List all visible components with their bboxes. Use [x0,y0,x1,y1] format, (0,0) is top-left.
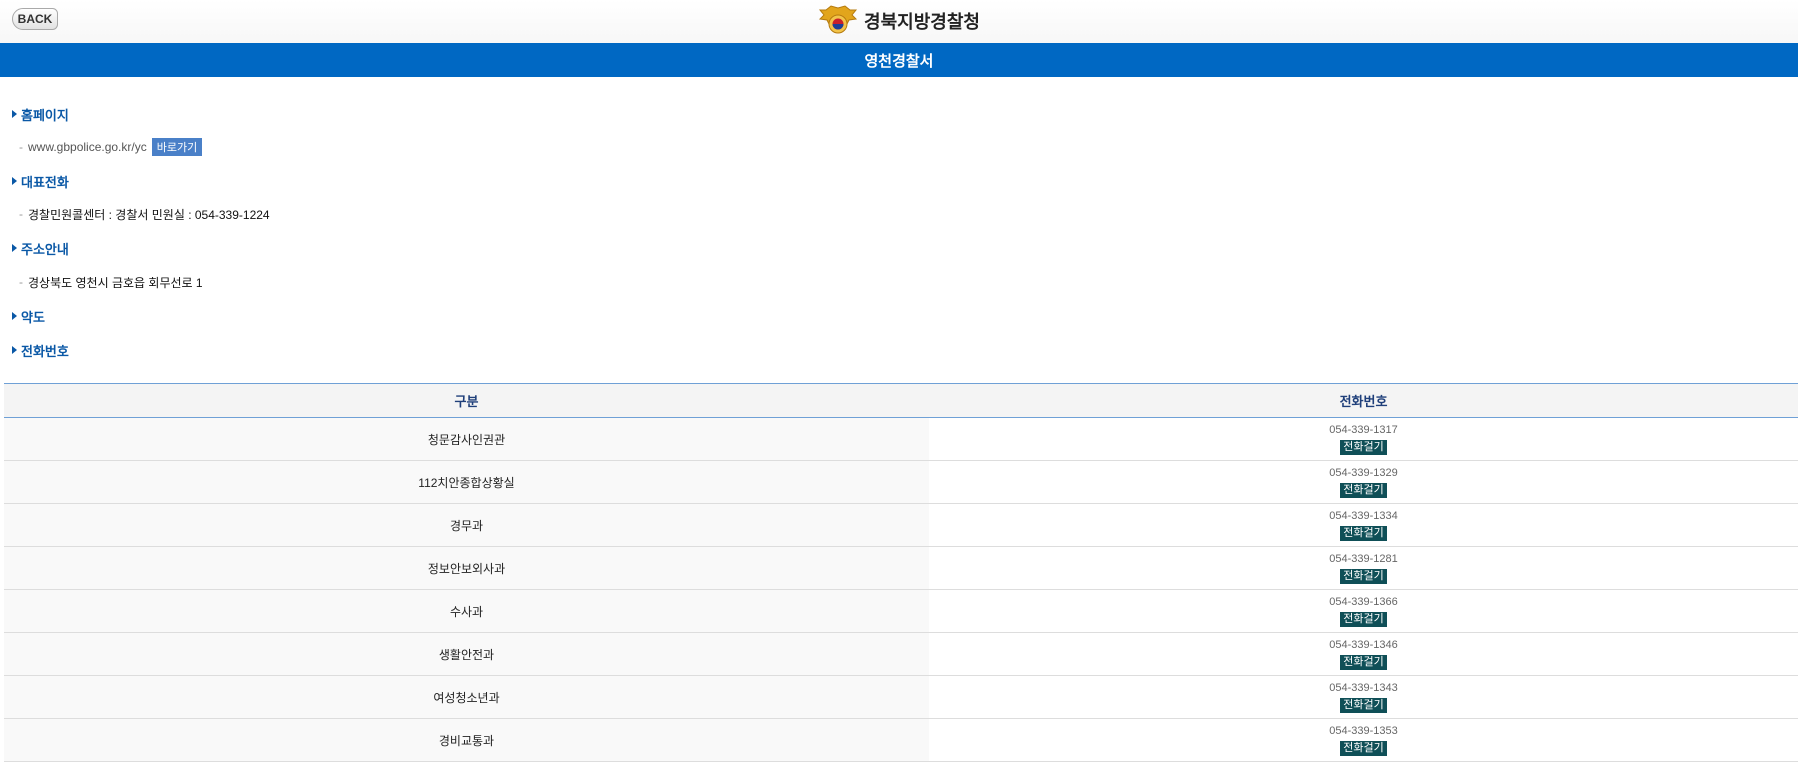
phone-number: 054-339-1334 [1329,509,1398,522]
dept-name: 생활안전과 [4,632,929,676]
call-button[interactable]: 전화걸기 [1340,482,1387,498]
go-homepage-button[interactable]: 바로가기 [151,138,203,156]
dept-name: 수사과 [4,589,929,633]
phone-cell: 054-339-1346 전화걸기 [929,632,1798,676]
phone-cell: 054-339-1329 전화걸기 [929,460,1798,504]
column-header-phone: 전화번호 [929,383,1798,418]
dept-name: 정보안보외사과 [4,546,929,590]
table-row: 청문감사인권관 054-339-1317 전화걸기 [4,417,1798,461]
call-button[interactable]: 전화걸기 [1340,654,1387,670]
section-phones-title: 전화번호 [12,342,1798,359]
address-text: 경상북도 영천시 금호읍 회무선로 1 [28,275,203,290]
main-phone-row: - 경찰민원콜센터 : 경찰서 민원실 : 054-339-1224 [12,206,1798,222]
dept-name: 청문감사인권관 [4,417,929,461]
bullet-triangle-icon [12,110,17,118]
section-address-label: 주소안내 [21,241,69,257]
call-button[interactable]: 전화걸기 [1340,568,1387,584]
table-row: 정보안보외사과 054-339-1281 전화걸기 [4,546,1798,590]
call-button[interactable]: 전화걸기 [1340,439,1387,455]
table-row: 생활안전과 054-339-1346 전화걸기 [4,632,1798,676]
dept-name: 112치안종합상황실 [4,460,929,504]
section-main-phone-title: 대표전화 [12,173,1798,190]
phone-cell: 054-339-1317 전화걸기 [929,417,1798,461]
dash-mark: - [19,140,23,154]
section-phones-label: 전화번호 [21,343,69,359]
phone-cell: 054-339-1343 전화걸기 [929,675,1798,719]
agency-name: 경북지방경찰청 [864,12,980,33]
dept-name: 경비교통과 [4,718,929,762]
dash-mark: - [19,207,23,221]
section-homepage-label: 홈페이지 [21,107,69,123]
station-title-bar: 영천경찰서 [0,43,1798,77]
dept-name: 여성청소년과 [4,675,929,719]
phone-cell: 054-339-1366 전화걸기 [929,589,1798,633]
section-main-phone-label: 대표전화 [21,174,69,190]
phone-cell: 054-339-1353 전화걸기 [929,718,1798,762]
call-button[interactable]: 전화걸기 [1340,525,1387,541]
homepage-row: - www.gbpolice.go.kr/yc 바로가기 [12,138,1798,156]
table-row: 경무과 054-339-1334 전화걸기 [4,503,1798,547]
phone-cell: 054-339-1334 전화걸기 [929,503,1798,547]
phone-directory-table: 구분 전화번호 청문감사인권관 054-339-1317 전화걸기 112치안종… [4,383,1798,762]
section-homepage-title: 홈페이지 [12,106,1798,123]
dept-name: 경무과 [4,503,929,547]
police-emblem-icon [818,5,858,34]
phone-number: 054-339-1329 [1329,466,1398,479]
section-map-title[interactable]: 약도 [12,308,1798,325]
agency-brand: 경북지방경찰청 [0,4,1798,38]
section-address-title: 주소안내 [12,240,1798,257]
phone-cell: 054-339-1281 전화걸기 [929,546,1798,590]
phone-number: 054-339-1343 [1329,681,1398,694]
homepage-url[interactable]: www.gbpolice.go.kr/yc [28,140,147,154]
table-header-row: 구분 전화번호 [4,383,1798,418]
phone-number: 054-339-1353 [1329,724,1398,737]
address-row: - 경상북도 영천시 금호읍 회무선로 1 [12,274,1798,290]
bullet-triangle-icon [12,177,17,185]
phone-number: 054-339-1346 [1329,638,1398,651]
bullet-triangle-icon [12,312,17,320]
phone-number: 054-339-1281 [1329,552,1398,565]
call-button[interactable]: 전화걸기 [1340,611,1387,627]
table-row: 경비교통과 054-339-1353 전화걸기 [4,718,1798,762]
column-header-dept: 구분 [4,383,929,418]
call-button[interactable]: 전화걸기 [1340,740,1387,756]
table-row: 수사과 054-339-1366 전화걸기 [4,589,1798,633]
station-info: 홈페이지 - www.gbpolice.go.kr/yc 바로가기 대표전화 -… [0,77,1798,359]
station-title: 영천경찰서 [864,51,934,70]
bullet-triangle-icon [12,346,17,354]
bullet-triangle-icon [12,244,17,252]
top-bar: BACK 경북지방경찰청 [0,0,1798,43]
main-phone-text: 경찰민원콜센터 : 경찰서 민원실 : 054-339-1224 [28,207,270,222]
dash-mark: - [19,275,23,289]
phone-number: 054-339-1317 [1329,423,1398,436]
phone-number: 054-339-1366 [1329,595,1398,608]
table-row: 여성청소년과 054-339-1343 전화걸기 [4,675,1798,719]
section-map-label: 약도 [21,309,45,325]
call-button[interactable]: 전화걸기 [1340,697,1387,713]
table-row: 112치안종합상황실 054-339-1329 전화걸기 [4,460,1798,504]
